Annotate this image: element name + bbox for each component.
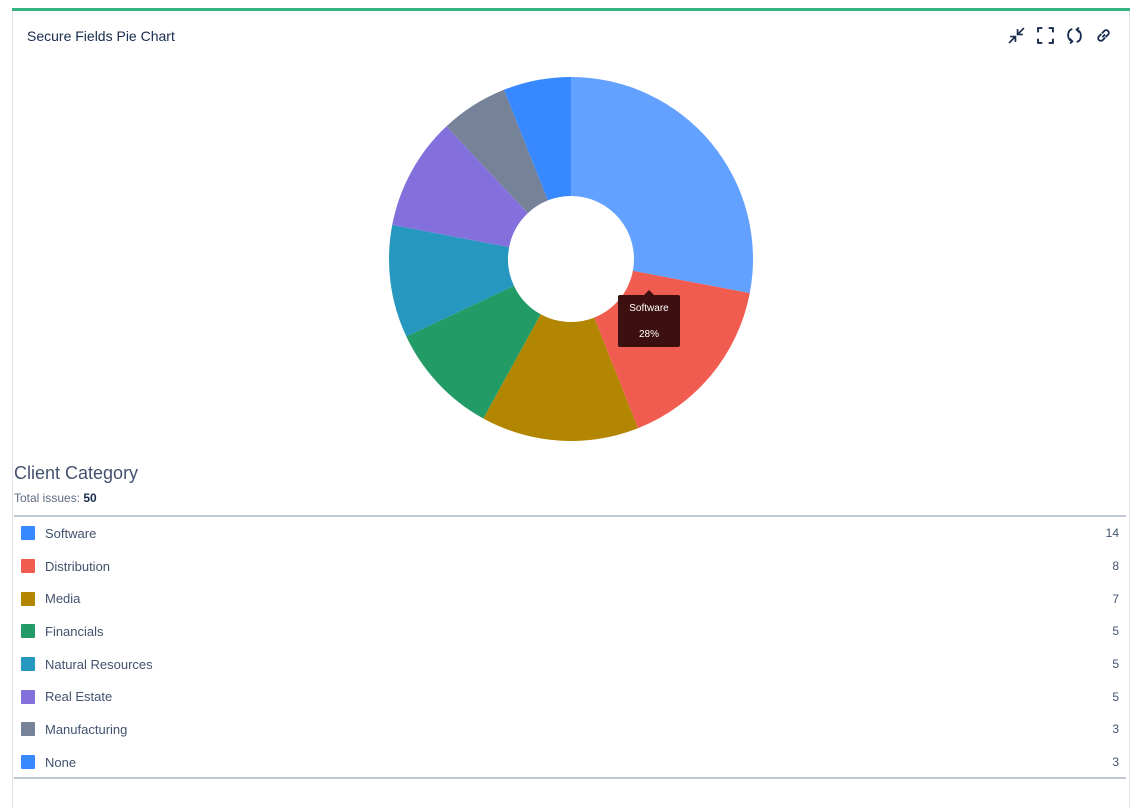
total-label: Total issues:: [14, 491, 81, 505]
legend-label: Natural Resources: [45, 656, 153, 672]
legend-count: 3: [1112, 722, 1119, 737]
legend-row[interactable]: Natural Resources 5: [14, 648, 1126, 681]
legend-swatch: [21, 657, 35, 672]
legend-swatch: [21, 624, 35, 639]
legend-row[interactable]: Real Estate 5: [14, 680, 1126, 713]
legend-row[interactable]: Distribution 8: [14, 550, 1126, 583]
legend-count: 5: [1112, 624, 1119, 639]
legend-swatch: [21, 689, 35, 704]
legend-swatch: [21, 559, 35, 574]
tooltip-value: 28%: [638, 329, 659, 340]
legend-count: 7: [1112, 591, 1119, 606]
slice-tooltip: Software 28%: [618, 290, 680, 347]
legend-label: Financials: [45, 623, 104, 639]
legend-list: Software 14 Distribution 8 Media 7 Financials 5…: [14, 517, 1126, 779]
legend-swatch: [21, 591, 35, 606]
legend-label: None: [45, 754, 77, 770]
legend-count: 5: [1112, 657, 1119, 672]
legend-swatch: [21, 526, 35, 541]
total-value: 50: [83, 491, 97, 505]
legend-title: Client Category: [14, 463, 139, 483]
tooltip-label: Software: [629, 303, 669, 314]
legend-label: Media: [45, 591, 81, 607]
total-issues: Total issues: 50: [14, 491, 97, 505]
legend-label: Manufacturing: [45, 721, 128, 737]
legend-label: Real Estate: [45, 689, 113, 705]
legend-row[interactable]: Manufacturing 3: [14, 713, 1126, 746]
pie-slice-software[interactable]: [571, 77, 754, 294]
legend-label: Distribution: [45, 558, 111, 574]
legend-count: 5: [1112, 689, 1119, 704]
legend-label: Software: [45, 525, 97, 541]
legend-row[interactable]: None 3: [14, 746, 1126, 779]
legend-count: 14: [1105, 526, 1119, 541]
legend-row[interactable]: Financials 5: [14, 615, 1126, 648]
legend-swatch: [21, 722, 35, 737]
legend-divider-bottom: [14, 777, 1126, 779]
legend-row[interactable]: Media 7: [14, 582, 1126, 615]
legend-swatch: [21, 755, 35, 770]
legend-count: 8: [1112, 559, 1119, 574]
legend-count: 3: [1112, 755, 1119, 770]
legend-row[interactable]: Software 14: [14, 517, 1126, 550]
pie-chart: [389, 77, 754, 441]
